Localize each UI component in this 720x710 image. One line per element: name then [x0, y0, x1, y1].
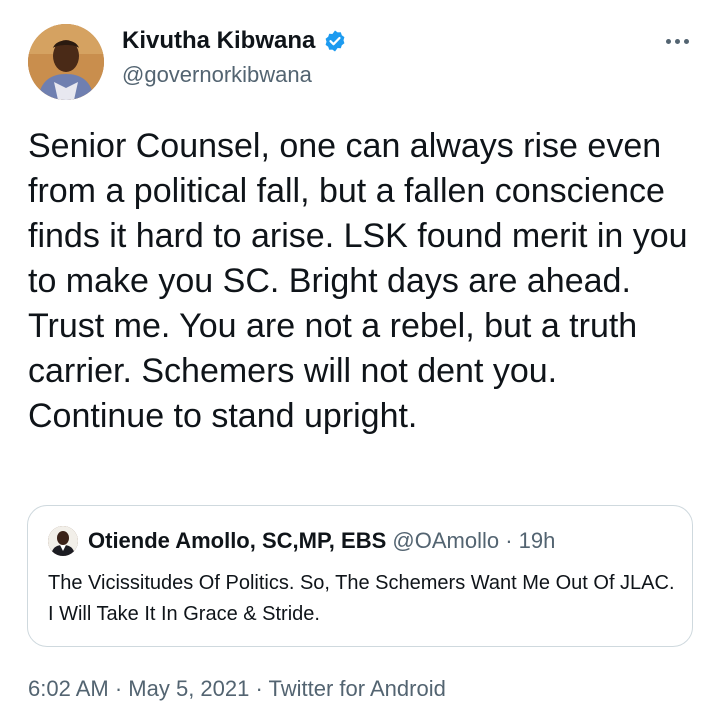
quoted-time: 19h: [518, 528, 556, 553]
quoted-tweet-card[interactable]: Otiende Amollo, SC,MP, EBS @OAmollo · 19…: [27, 505, 693, 647]
verified-badge-icon: [323, 29, 347, 53]
quoted-header: Otiende Amollo, SC,MP, EBS @OAmollo · 19…: [88, 528, 555, 554]
tweet-date[interactable]: May 5, 2021: [128, 676, 249, 701]
author-name-row: Kivutha Kibwana: [122, 27, 347, 55]
author-display-name[interactable]: Kivutha Kibwana: [122, 27, 315, 55]
author-avatar[interactable]: [28, 24, 104, 100]
author-handle[interactable]: @governorkibwana: [122, 62, 312, 88]
quoted-profile-photo-icon: [48, 526, 78, 556]
tweet-time[interactable]: 6:02 AM: [28, 676, 109, 701]
more-horizontal-icon: [665, 38, 671, 44]
profile-photo-icon: [28, 24, 104, 100]
tweet-footer: 6:02 AM · May 5, 2021 · Twitter for Andr…: [28, 676, 446, 702]
quoted-display-name: Otiende Amollo, SC,MP, EBS: [88, 528, 387, 553]
quoted-handle: @OAmollo: [392, 528, 500, 553]
more-options-button[interactable]: [662, 28, 692, 54]
more-dot: [674, 38, 680, 44]
tweet-source-link[interactable]: Twitter for Android: [269, 676, 446, 701]
more-dot: [683, 38, 689, 44]
quoted-separator: ·: [499, 528, 519, 553]
quoted-tweet-text: The Vicissitudes Of Politics. So, The Sc…: [48, 572, 675, 625]
quoted-author-avatar: [48, 526, 78, 556]
footer-separator-2: ·: [249, 676, 269, 701]
tweet-text: Senior Counsel, one can always rise even…: [28, 127, 698, 435]
footer-separator: ·: [108, 676, 129, 701]
